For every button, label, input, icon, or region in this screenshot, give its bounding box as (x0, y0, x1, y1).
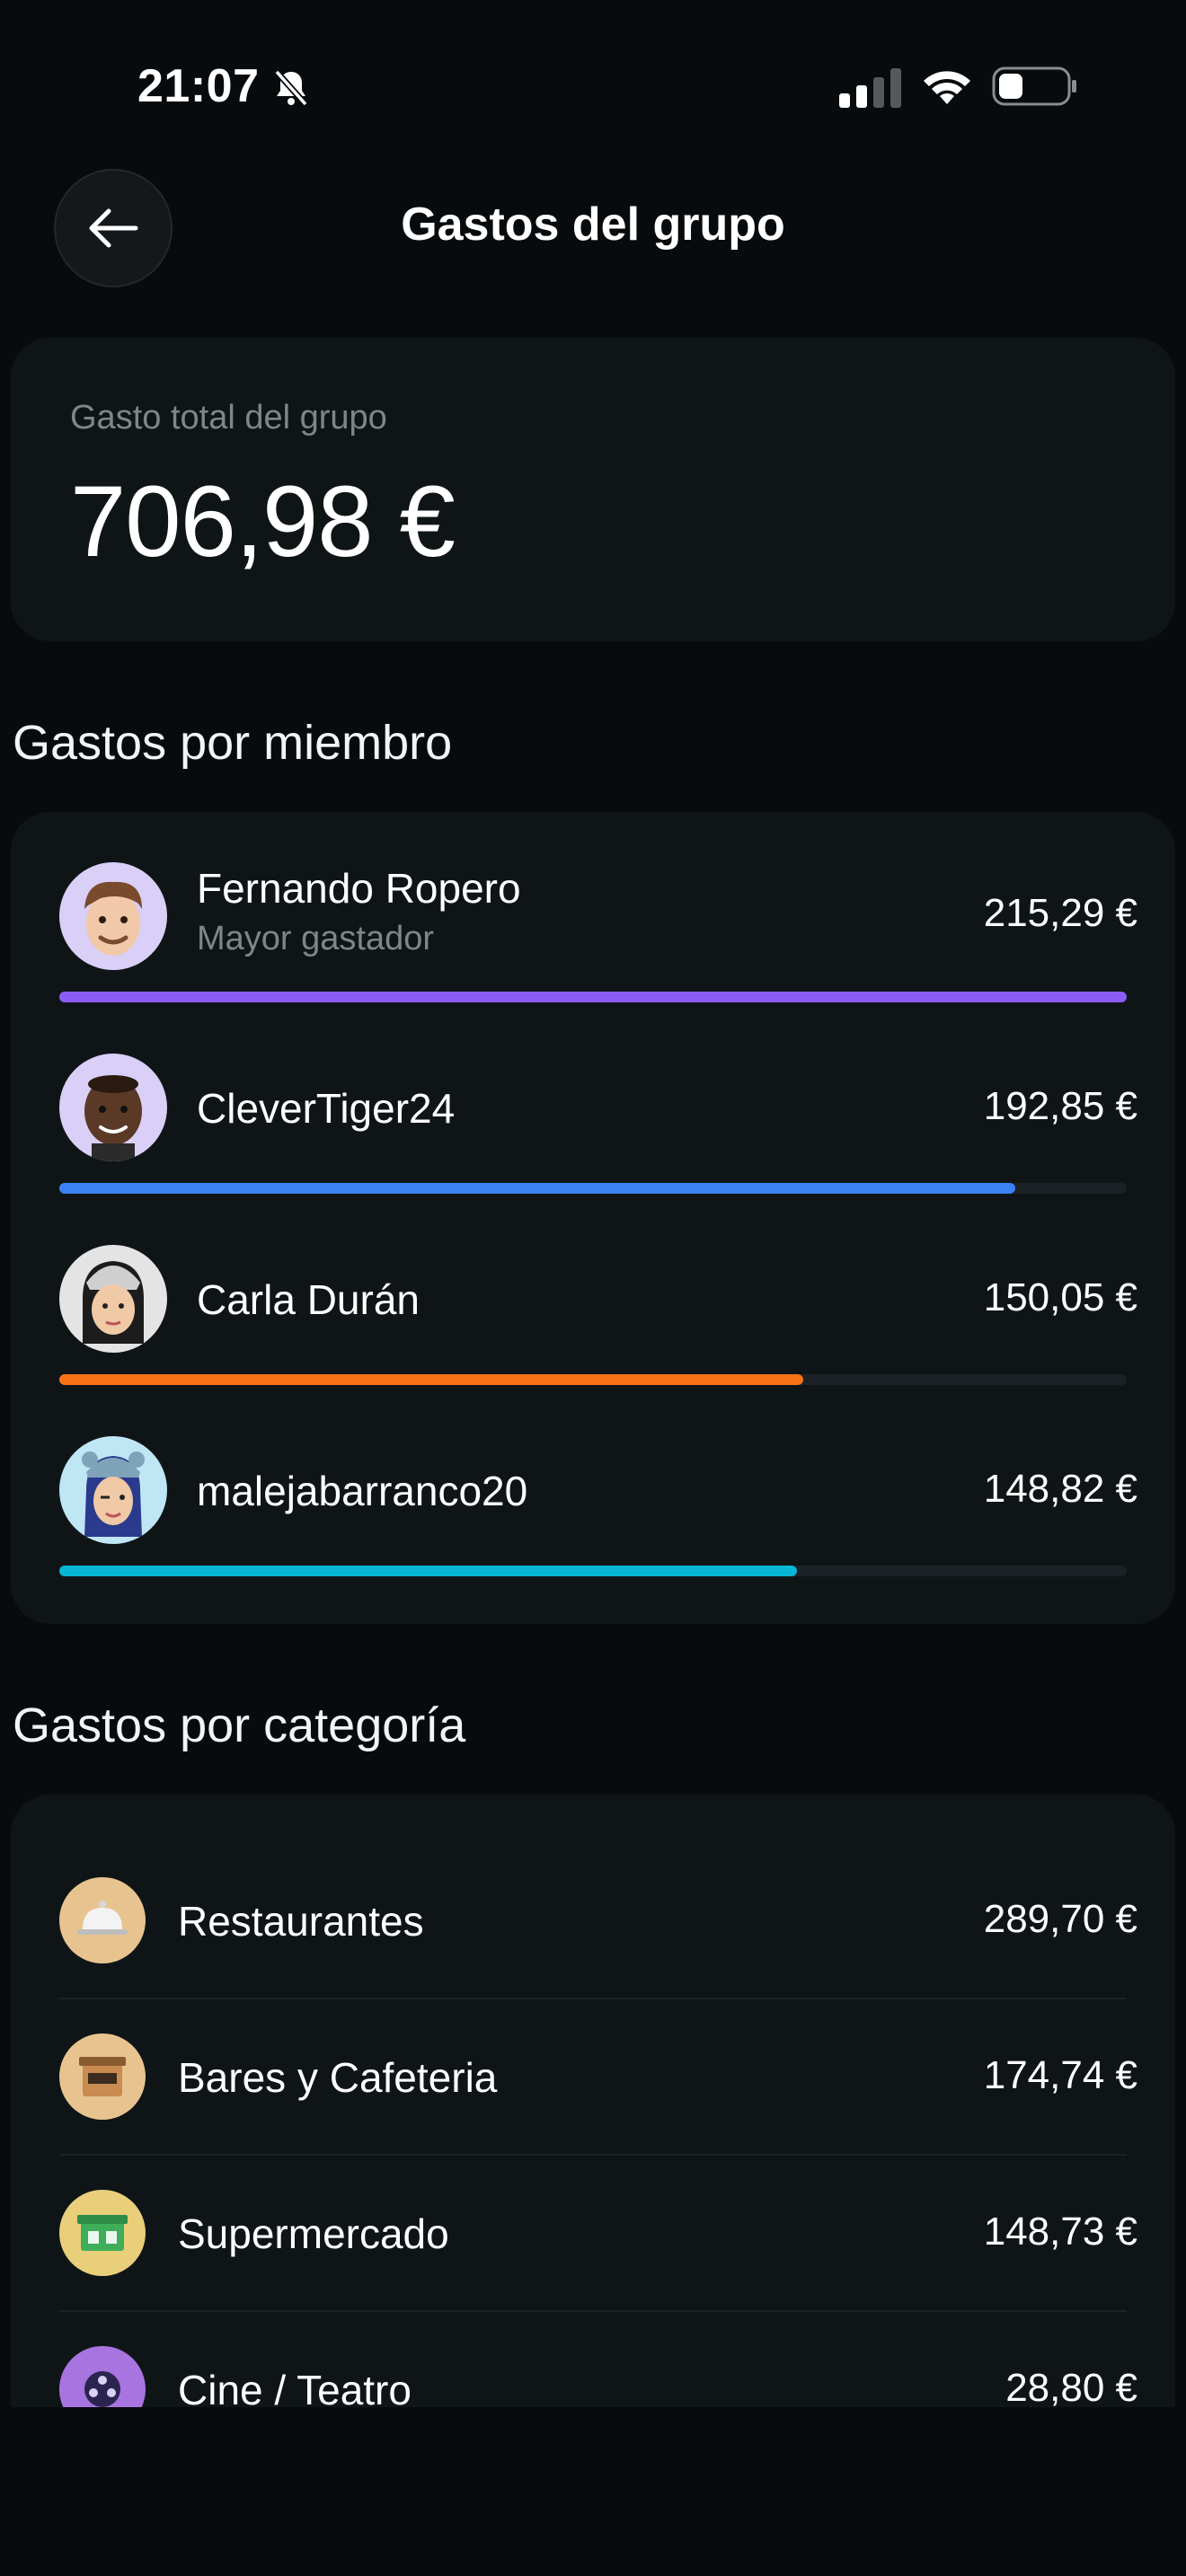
category-row[interactable]: Bares y Cafeteria 174,74 € (11, 1998, 1175, 2154)
member-amount: 150,05 € (983, 1275, 1137, 1319)
coffee-shop-icon (59, 2033, 146, 2120)
member-name: Carla Durán (197, 1276, 420, 1323)
wifi-icon (924, 71, 970, 104)
avatar (59, 1245, 167, 1353)
group-total-card: Gasto total del grupo 706,98 € (11, 338, 1175, 641)
battery-icon (992, 66, 1076, 106)
category-amount: 148,73 € (983, 2210, 1137, 2254)
member-row[interactable]: CleverTiger24 192,85 € (11, 1048, 1175, 1239)
member-progress-track (59, 1183, 1127, 1194)
avatar (59, 1436, 167, 1544)
bell-slash-icon (274, 69, 308, 107)
member-row[interactable]: malejabarranco20 148,82 € (11, 1431, 1175, 1622)
member-progress-track (59, 1374, 1127, 1385)
category-amount: 28,80 € (1005, 2366, 1137, 2410)
member-progress-fill (59, 1183, 1016, 1194)
member-row[interactable]: Carla Durán 150,05 € (11, 1239, 1175, 1431)
page-title: Gastos del grupo (401, 198, 785, 251)
member-name: CleverTiger24 (197, 1085, 456, 1132)
category-label: Bares y Cafeteria (178, 2054, 498, 2101)
avatar (59, 1054, 167, 1161)
grocery-store-icon (59, 2190, 146, 2276)
total-label: Gasto total del grupo (70, 399, 387, 437)
category-label: Supermercado (178, 2210, 449, 2257)
category-amount: 289,70 € (983, 1897, 1137, 1941)
cellular-signal-icon (839, 68, 901, 108)
member-amount: 215,29 € (983, 891, 1137, 935)
category-row[interactable]: Restaurantes 289,70 € (11, 1841, 1175, 1998)
status-time: 21:07 (137, 60, 260, 112)
member-name: Fernando Ropero (197, 865, 521, 912)
screen: 21:07 Gastos del grupo Gasto total del g… (0, 0, 1186, 2576)
category-row[interactable]: Supermercado 148,73 € (11, 2154, 1175, 2310)
members-section-title: Gastos por miembro (13, 716, 453, 770)
category-label: Restaurantes (178, 1898, 424, 1945)
status-bar: 21:07 (0, 0, 1186, 171)
bottom-safe-area (0, 2407, 1186, 2576)
member-amount: 192,85 € (983, 1084, 1137, 1128)
members-card: Fernando Ropero Mayor gastador 215,29 € … (11, 812, 1175, 1624)
member-amount: 148,82 € (983, 1467, 1137, 1511)
total-value: 706,98 € (70, 465, 456, 578)
member-progress-fill (59, 1566, 797, 1576)
member-name: malejabarranco20 (197, 1468, 528, 1514)
member-badge: Mayor gastador (197, 920, 435, 957)
avatar (59, 862, 167, 970)
categories-section-title: Gastos por categoría (13, 1698, 466, 1752)
member-progress-track (59, 992, 1127, 1002)
member-progress-fill (59, 992, 1127, 1002)
category-amount: 174,74 € (983, 2053, 1137, 2097)
member-progress-fill (59, 1374, 804, 1385)
member-progress-track (59, 1566, 1127, 1576)
member-row[interactable]: Fernando Ropero Mayor gastador 215,29 € (11, 857, 1175, 1048)
food-cloche-icon (59, 1877, 146, 1963)
